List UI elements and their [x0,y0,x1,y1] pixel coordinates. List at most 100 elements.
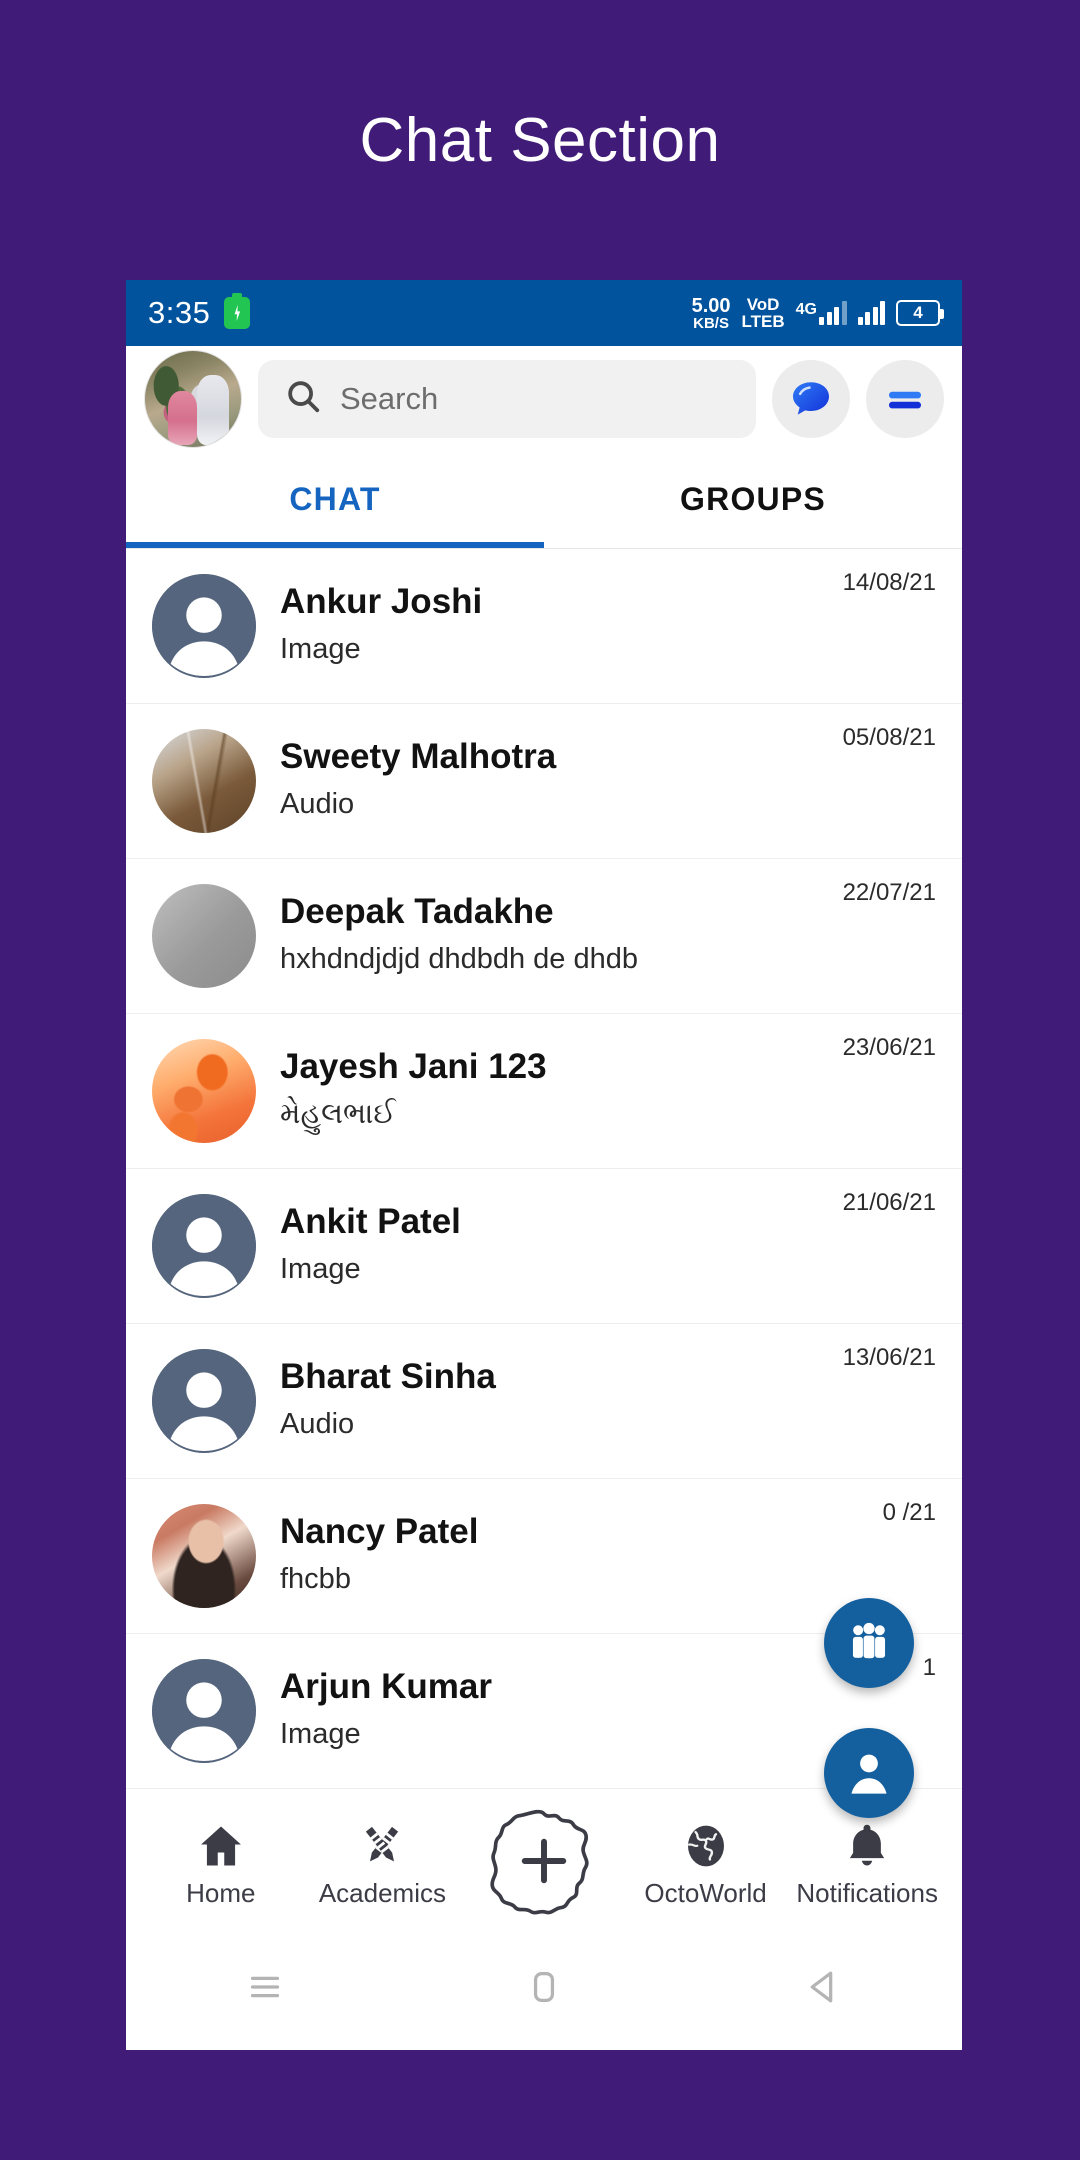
chat-item-text: Nancy Patel fhcbb [280,1511,859,1602]
menu-button[interactable] [866,359,944,438]
default-person-avatar[interactable] [152,1659,256,1763]
recents-button[interactable] [205,1947,325,2027]
chat-item-text: Jayesh Jani 123 મેહુલભાઈ [280,1046,819,1137]
status-time: 3:35 [148,295,211,330]
back-button[interactable] [763,1947,883,2027]
chat-date: 05/08/21 [842,724,936,751]
chat-item-text: Ankur Joshi Image [280,581,819,672]
nav-item-academics[interactable]: Academics [302,1820,464,1909]
grey-photo-avatar[interactable] [152,884,256,988]
home-icon [200,1826,241,1865]
tab-chat[interactable]: CHAT [126,451,544,548]
single-person-icon [851,1754,887,1794]
new-group-fab[interactable] [824,1598,914,1688]
chat-item-text: Ankit Patel Image [280,1201,819,1292]
data-rate-value: 5.00 [691,294,731,317]
chat-item-text: Sweety Malhotra Audio [280,736,819,827]
chat-date: 1 [922,1654,936,1681]
poster-canvas: Chat Section 3:35 5.00 KB/S VoD LTEB 4G … [0,0,1080,2160]
battery-level-label: 4 [913,303,923,322]
search-input[interactable] [340,380,730,417]
add-plus-badge-icon [490,1809,589,1915]
chat-list-item[interactable]: Ankit Patel Image 21/06/21 [126,1169,962,1324]
tab-bar: CHAT GROUPS [126,451,962,549]
chat-preview-text: hxhdndjdjd dhdbdh de dhdb [280,942,638,975]
home-square-icon [533,1971,555,2003]
signal-sim1-icon: 4G [796,301,847,325]
tiger-photo-avatar[interactable] [152,729,256,833]
phone-screen: 3:35 5.00 KB/S VoD LTEB 4G 4 Search CHAT… [126,280,962,2050]
battery-icon: 4 [896,300,944,326]
chat-list-item[interactable]: Bharat Sinha Audio 13/06/21 [126,1324,962,1479]
chat-contact-name: Ankit Patel [280,1201,461,1241]
search-bar[interactable] [258,359,756,438]
chat-preview-text: Image [280,632,361,665]
data-rate-unit: KB/S [693,314,729,332]
nav-item-notifications[interactable]: Notifications [786,1820,948,1909]
default-person-avatar[interactable] [152,574,256,678]
people-group-icon [852,1622,886,1659]
chat-bubble-icon [793,381,829,415]
android-system-nav [126,1924,962,2050]
chat-preview-text: Image [280,1717,361,1750]
home-button[interactable] [484,1947,604,2027]
chat-contact-name: Ankur Joshi [280,581,483,621]
chat-list: Ankur Joshi Image 14/08/21 Sweety Malhot… [126,549,962,1789]
status-bar: 3:35 5.00 KB/S VoD LTEB 4G 4 [126,280,962,346]
chat-item-text: Deepak Tadakhe hxhdndjdjd dhdbdh de dhdb [280,891,819,982]
default-person-avatar[interactable] [152,1194,256,1298]
status-bar-right: 5.00 KB/S VoD LTEB 4G 4 [692,296,944,331]
bell-icon [850,1824,885,1865]
default-person-avatar[interactable] [152,1349,256,1453]
chat-contact-name: Nancy Patel [280,1511,479,1551]
search-icon [284,377,322,420]
chat-date: 21/06/21 [842,1189,936,1216]
data-rate-indicator: 5.00 KB/S [692,296,731,331]
chat-list-item[interactable]: Ankur Joshi Image 14/08/21 [126,549,962,704]
network-type-label: 4G [795,301,817,318]
back-triangle-icon [810,1971,832,2003]
nav-label-home: Home [186,1877,256,1908]
nav-item-add[interactable] [463,1806,625,1922]
tab-active-indicator [126,542,544,548]
jellyfish-photo-avatar[interactable] [152,1039,256,1143]
chat-preview-text: Image [280,1252,361,1285]
chat-item-text: Bharat Sinha Audio [280,1356,819,1447]
page-title: Chat Section [359,105,721,175]
chat-contact-name: Sweety Malhotra [280,736,557,776]
nav-label-octoworld: OctoWorld [644,1877,767,1908]
chat-list-item[interactable]: Jayesh Jani 123 મેહુલભાઈ 23/06/21 [126,1014,962,1169]
chat-date: 22/07/21 [842,879,936,906]
chat-contact-name: Arjun Kumar [280,1666,492,1706]
globe-icon [687,1825,724,1866]
nav-item-home[interactable]: Home [140,1820,302,1909]
status-bar-left: 3:35 [148,293,251,331]
signal-sim2-icon [857,301,885,325]
battery-charging-icon [224,293,251,329]
tab-groups[interactable]: GROUPS [544,451,962,548]
chat-preview-text: Audio [280,787,355,820]
new-chat-fab[interactable] [824,1728,914,1818]
chat-preview-text: fhcbb [280,1562,351,1595]
chat-item-text: Arjun Kumar Image [280,1666,899,1757]
pencils-crossed-icon [366,1826,399,1861]
volte-bottom-label: LTEB [741,312,785,331]
chat-preview-text: Audio [280,1407,355,1440]
chat-bubble-button[interactable] [772,359,850,438]
chat-list-item[interactable]: Sweety Malhotra Audio 05/08/21 [126,704,962,859]
volte-icon: VoD LTEB [742,296,785,330]
chat-contact-name: Deepak Tadakhe [280,891,554,931]
nav-item-octoworld[interactable]: OctoWorld [625,1820,787,1909]
top-app-bar [126,346,962,451]
bottom-navigation-bar: Home Academics OctoWorld Notifications [126,1804,962,1924]
chat-date: 0 /21 [882,1499,936,1526]
woman-photo-avatar[interactable] [152,1504,256,1608]
chat-list-item[interactable]: Deepak Tadakhe hxhdndjdjd dhdbdh de dhdb… [126,859,962,1014]
nav-label-notifications: Notifications [796,1877,938,1908]
chat-date: 23/06/21 [842,1034,936,1061]
user-profile-photo-avatar[interactable] [144,349,242,448]
hamburger-recents-icon [251,1976,280,1998]
nav-label-academics: Academics [318,1877,446,1908]
menu-bars-icon [889,391,921,408]
chat-date: 14/08/21 [842,569,936,596]
